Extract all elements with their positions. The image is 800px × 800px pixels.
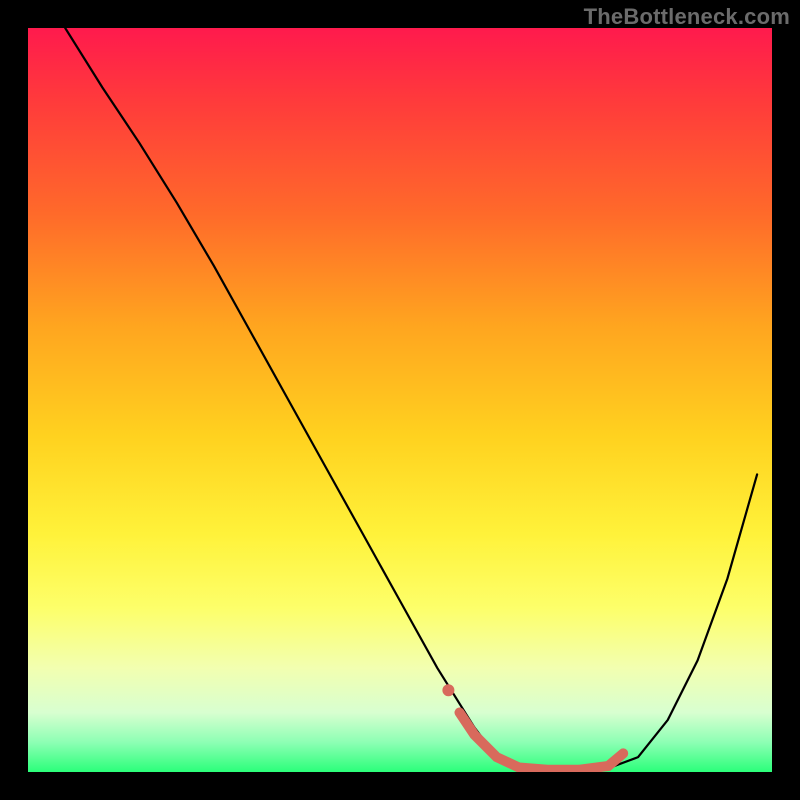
highlight-dot <box>442 684 454 696</box>
chart-frame: TheBottleneck.com <box>0 0 800 800</box>
bottleneck-curve <box>65 28 757 771</box>
highlight-segment <box>460 713 624 770</box>
plot-area <box>28 28 772 772</box>
watermark-text: TheBottleneck.com <box>584 4 790 30</box>
curve-layer <box>28 28 772 772</box>
